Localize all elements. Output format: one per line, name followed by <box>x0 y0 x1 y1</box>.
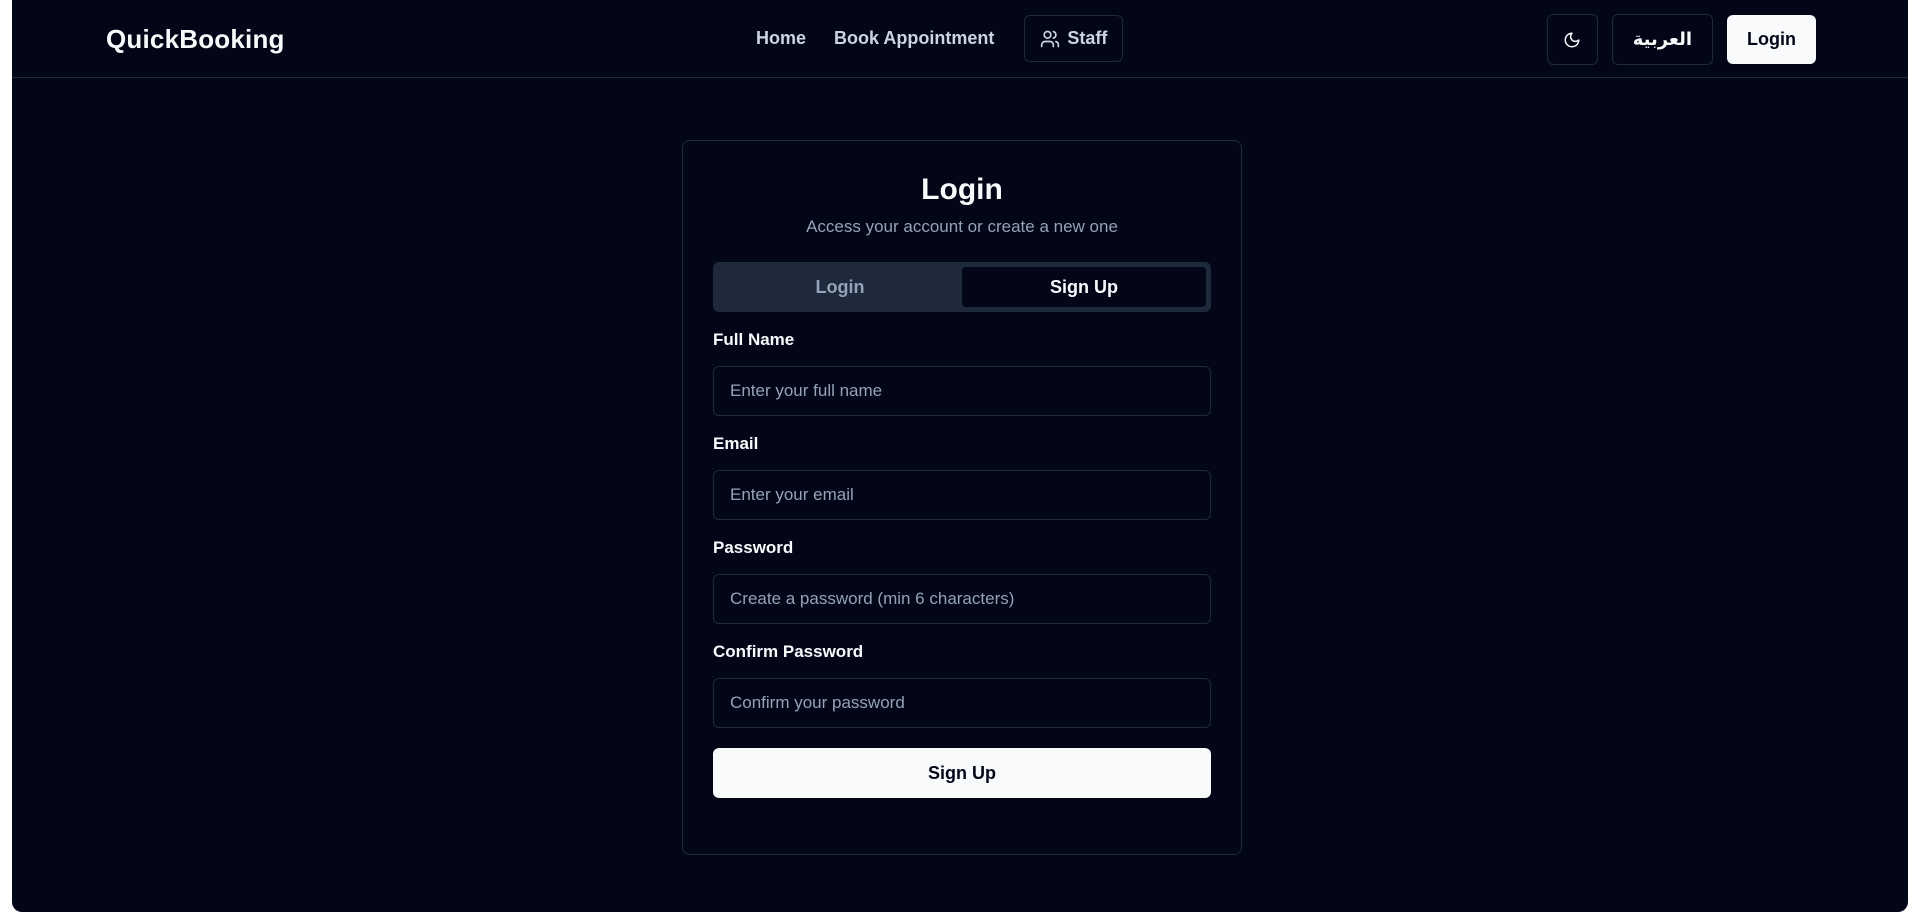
nav-actions: العربية Login <box>1546 14 1816 65</box>
brand-logo[interactable]: QuickBooking <box>106 24 285 55</box>
navbar: QuickBooking Home Book Appointment Staff <box>12 0 1908 78</box>
language-toggle-button[interactable]: العربية <box>1611 14 1714 65</box>
users-icon <box>1041 30 1060 47</box>
theme-toggle-button[interactable] <box>1546 14 1598 65</box>
auth-tabs: Login Sign Up <box>713 262 1211 312</box>
card-title: Login <box>921 173 1003 206</box>
card-subtitle: Access your account or create a new one <box>806 217 1118 236</box>
nav-staff-label: Staff <box>1067 28 1108 48</box>
nav-book-appointment-link[interactable]: Book Appointment <box>820 28 1008 49</box>
email-label: Email <box>713 434 759 453</box>
auth-card: Login Access your account or create a ne… <box>682 140 1242 855</box>
email-input[interactable] <box>713 470 1211 520</box>
nav-home-link[interactable]: Home <box>742 28 820 49</box>
nav-staff-button[interactable]: Staff <box>1024 15 1124 62</box>
nav-links: Home Book Appointment Staff <box>742 15 1124 62</box>
app-window: QuickBooking Home Book Appointment Staff <box>12 0 1908 912</box>
confirm-password-input[interactable] <box>713 678 1211 728</box>
moon-icon <box>1564 32 1580 47</box>
password-label: Password <box>713 538 794 557</box>
sign-up-submit-button[interactable]: Sign Up <box>713 748 1211 798</box>
tab-signup[interactable]: Sign Up <box>962 267 1206 307</box>
full-name-label: Full Name <box>713 330 795 349</box>
confirm-password-label: Confirm Password <box>713 642 864 661</box>
password-input[interactable] <box>713 574 1211 624</box>
tab-login[interactable]: Login <box>718 267 962 307</box>
nav-login-button[interactable]: Login <box>1727 15 1816 64</box>
full-name-input[interactable] <box>713 366 1211 416</box>
